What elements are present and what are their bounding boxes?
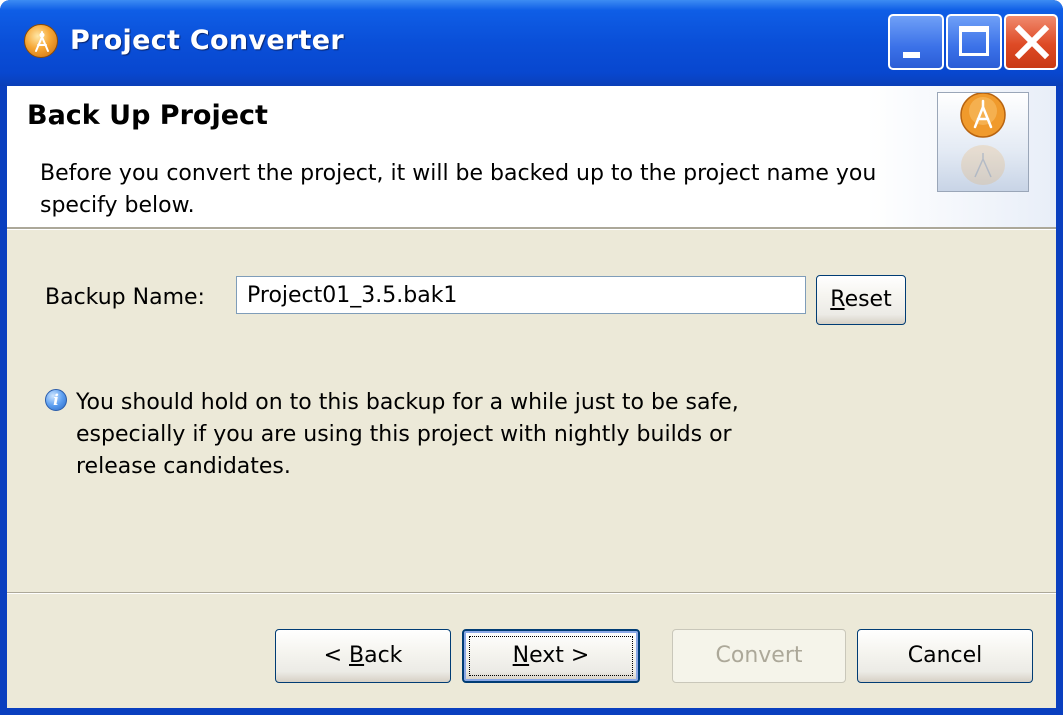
info-message: You should hold on to this backup for a … <box>76 390 739 479</box>
convert-button[interactable]: Convert <box>672 629 846 683</box>
page-title: Back Up Project <box>27 100 268 131</box>
wizard-banner-icon <box>937 92 1029 192</box>
minimize-button[interactable] <box>888 14 944 70</box>
reset-button[interactable]: Reset <box>816 275 906 325</box>
title-bar[interactable]: Project Converter <box>0 0 1063 86</box>
maximize-button[interactable] <box>946 14 1002 70</box>
window-title: Project Converter <box>70 25 344 56</box>
backup-name-label: Backup Name: <box>45 285 205 310</box>
dialog-client-area: Back Up Project Before you convert the p… <box>7 86 1056 708</box>
next-button[interactable]: Next > <box>462 629 640 683</box>
footer-separator <box>7 592 1056 594</box>
backup-name-input[interactable] <box>236 276 806 314</box>
maximize-icon <box>959 26 989 56</box>
header-separator <box>7 227 1056 230</box>
project-converter-window: Project Converter Back Up Project Before… <box>0 0 1063 715</box>
page-description: Before you convert the project, it will … <box>40 161 877 218</box>
app-icon[interactable] <box>24 24 58 58</box>
minimize-icon <box>903 52 920 58</box>
cancel-button[interactable]: Cancel <box>857 629 1033 683</box>
close-button[interactable] <box>1004 14 1058 70</box>
close-icon <box>1014 24 1050 60</box>
wizard-header: Back Up Project Before you convert the p… <box>7 86 1056 227</box>
back-button[interactable]: < Back <box>275 629 451 683</box>
info-icon: i <box>45 389 67 411</box>
